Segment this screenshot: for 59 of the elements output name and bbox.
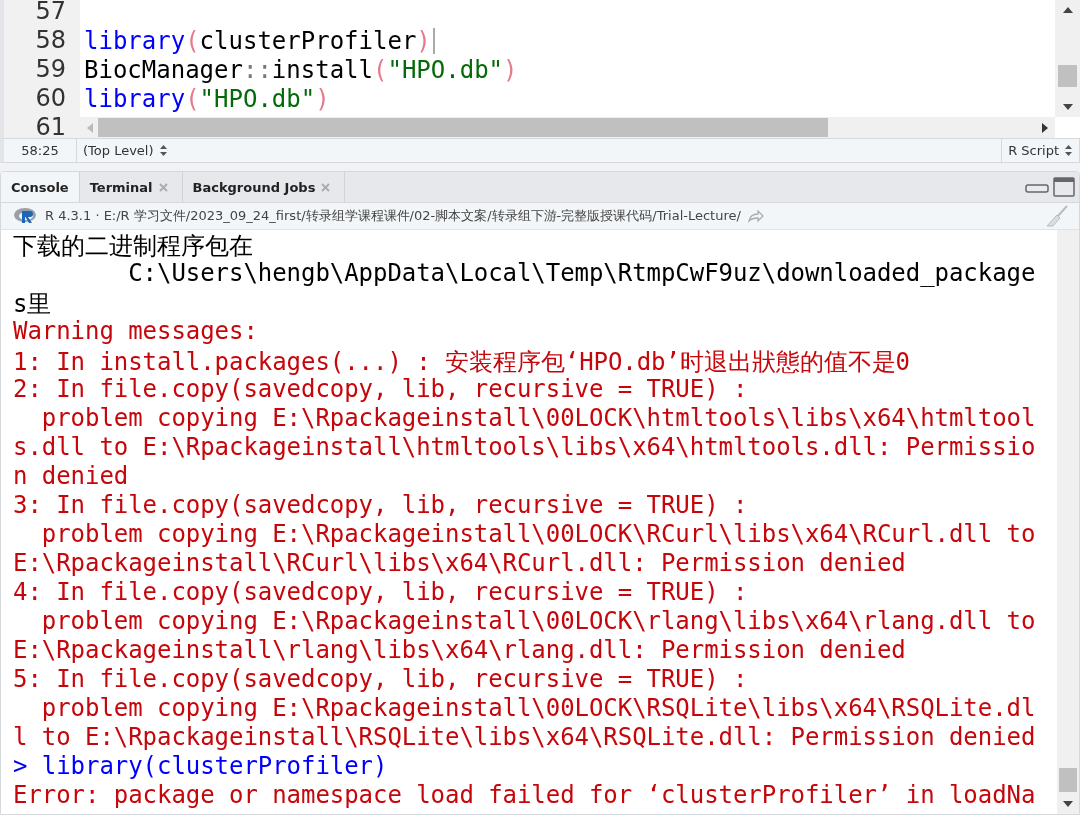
console-line: 4: In file.copy(savedcopy, lib, recursive = TRUE) : — [13, 578, 749, 607]
console-line: E:\Rpackageinstall\RCurl\libs\x64\RCurl.dll: Permission denied — [13, 549, 907, 578]
console-line: 1: In install.packages(...) : 安装程序包‘HPO.db’时退出狀態的值不是0 — [13, 347, 911, 375]
code-token: install — [271, 55, 373, 84]
scroll-right-icon[interactable] — [1041, 121, 1049, 134]
close-icon[interactable] — [321, 182, 331, 192]
console-line: problem copying E:\Rpackageinstall\00LOCK\rlang\libs\x64\rlang.dll to — [40, 607, 1037, 636]
arrow-icon[interactable] — [746, 209, 765, 223]
close-icon[interactable] — [158, 182, 168, 192]
code-token: "HPO.db" — [387, 55, 504, 84]
line-number: 60 — [34, 84, 67, 113]
console-line: > library(clusterProfiler) — [13, 752, 389, 781]
code-token: ( — [185, 84, 200, 113]
console-line: 5: In file.copy(savedcopy, lib, recursive = TRUE) : — [13, 665, 749, 694]
console-line: problem copying E:\Rpackageinstall\00LOCK\RCurl\libs\x64\RCurl.dll to — [40, 520, 1037, 549]
line-number: 61 — [34, 113, 67, 138]
scroll-thumb[interactable] — [1058, 65, 1077, 87]
vertical-scrollbar[interactable] — [1055, 0, 1080, 117]
pane-tab[interactable]: Console — [1, 172, 80, 202]
console-line: C:\Users\hengb\AppData\Local\Temp\RtmpCwF9uz\downloaded_package — [127, 259, 1037, 288]
scroll-down-icon[interactable] — [1062, 800, 1074, 808]
console-line: 2: In file.copy(savedcopy, lib, recursive = TRUE) : — [13, 375, 749, 404]
scroll-left-icon[interactable] — [86, 121, 94, 134]
code-token: library — [84, 84, 186, 113]
console-line: s.dll to E:\Rpackageinstall\htmltools\libs\x64\htmltools.dll: Permissio — [13, 433, 1037, 462]
console-line: E:\Rpackageinstall\rlang\libs\x64\rlang.dll: Permission denied — [13, 636, 907, 665]
vertical-scrollbar[interactable] — [1057, 230, 1079, 814]
code-token: BiocManager — [84, 55, 243, 84]
console-line: problem copying E:\Rpackageinstall\00LOCK\RSQLite\libs\x64\RSQLite.dl — [40, 694, 1037, 723]
code-token: ( — [373, 55, 388, 84]
horizontal-scrollbar[interactable] — [80, 117, 1055, 138]
line-number: 58 — [34, 26, 67, 55]
line-number: 57 — [34, 0, 67, 26]
console-line: 下载的二进制程序包在 — [13, 231, 254, 259]
console-line: problem copying E:\Rpackageinstall\00LOCK\htmltools\libs\x64\htmltool — [40, 404, 1037, 433]
working-directory-path: R 4.3.1 · E:/R 学习文件/2023_09_24_first/转录组学课程课件/02-脚本文案/转录组下游-完整版授课代码/Trial-Lecture/ — [45, 207, 741, 225]
scroll-thumb[interactable] — [98, 118, 828, 137]
code-token: ) — [416, 26, 431, 55]
maximize-icon[interactable] — [1053, 177, 1075, 197]
code-token: ) — [503, 55, 518, 84]
line-number: 59 — [34, 55, 67, 84]
broom-icon[interactable] — [1045, 204, 1069, 228]
code-token: "HPO.db" — [199, 84, 316, 113]
scroll-thumb[interactable] — [1059, 768, 1077, 792]
console-line: l to E:\Rpackageinstall\RSQLite\libs\x64\RSQLite.dll: Permission denied — [13, 723, 1037, 752]
console-line: n denied — [13, 462, 130, 491]
code-token: library — [84, 26, 186, 55]
code-token: ) — [315, 84, 330, 113]
console-line: s里 — [13, 289, 53, 317]
console-line: Warning messages: — [13, 317, 259, 346]
code-token: ( — [185, 26, 200, 55]
console-line: Error: package or namespace load failed for ‘clusterProfiler’ in loadNa — [13, 781, 1037, 810]
code-token: :: — [242, 55, 272, 84]
scroll-up-icon[interactable] — [1061, 6, 1074, 14]
code-token: clusterProfiler — [199, 26, 417, 55]
r-logo-icon — [13, 207, 39, 225]
scroll-down-icon[interactable] — [1061, 103, 1074, 111]
console-line: 3: In file.copy(savedcopy, lib, recursive = TRUE) : — [13, 491, 749, 520]
minimize-icon[interactable] — [1025, 181, 1049, 193]
